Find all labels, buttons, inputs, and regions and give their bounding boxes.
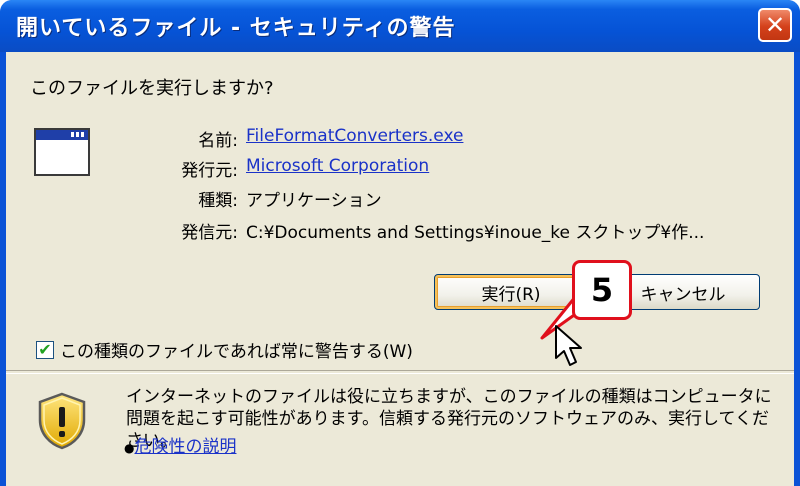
security-shield-icon — [38, 392, 86, 450]
publisher-link[interactable]: Microsoft Corporation — [246, 156, 429, 176]
risk-explanation-link[interactable]: ●危険性の説明 — [124, 432, 236, 457]
close-button[interactable]: ✕ — [758, 8, 792, 42]
step-number-callout: 5 — [572, 260, 632, 320]
file-name-link[interactable]: FileFormatConverters.exe — [246, 126, 463, 146]
window-title: 開いているファイル - セキュリティの警告 — [16, 16, 456, 41]
close-icon: ✕ — [764, 11, 786, 39]
always-warn-label: この種類のファイルであれば常に警告する(W) — [60, 342, 413, 362]
always-warn-option[interactable]: ✔ この種類のファイルであれば常に警告する(W) — [36, 337, 413, 362]
separator — [6, 370, 794, 374]
source-path-value: C:¥Documents and Settings¥inoue_ke スクトップ… — [246, 223, 705, 243]
title-bar[interactable]: 開いているファイル - セキュリティの警告 ✕ — [0, 0, 800, 52]
always-warn-checkbox[interactable]: ✔ — [36, 339, 54, 359]
security-warning-dialog: 開いているファイル - セキュリティの警告 ✕ このファイルを実行しますか? 名… — [0, 0, 800, 486]
file-type-value: アプリケーション — [246, 191, 382, 211]
application-window-icon — [34, 128, 90, 176]
dialog-body: このファイルを実行しますか? 名前: FileFormatConverters.… — [6, 52, 794, 486]
run-question: このファイルを実行しますか? — [30, 78, 274, 99]
bullet-icon: ● — [124, 441, 135, 455]
mouse-pointer-icon — [555, 325, 582, 366]
checkmark-icon: ✔ — [38, 339, 52, 359]
